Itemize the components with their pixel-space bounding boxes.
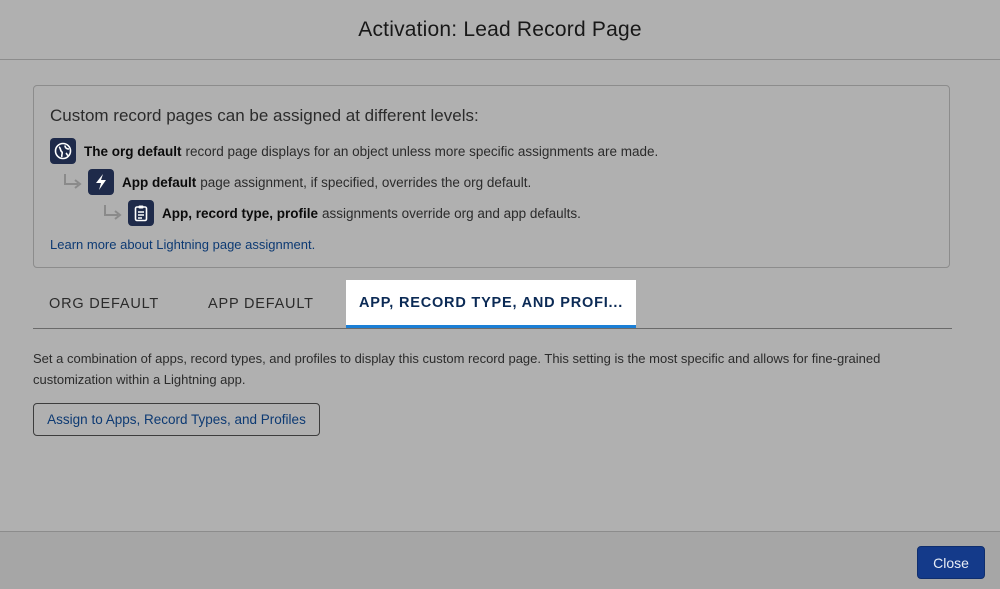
assignment-info-box: Custom record pages can be assigned at d… [33, 85, 950, 268]
level-text: page assignment, if specified, overrides… [200, 174, 532, 190]
level-app-record-type-profile: App, record type, profile assignments ov… [102, 200, 581, 226]
assignment-tabs: ORG DEFAULT APP DEFAULT APP, RECORD TYPE… [33, 280, 952, 329]
info-heading: Custom record pages can be assigned at d… [50, 106, 479, 125]
hierarchy-arrow-icon [64, 174, 82, 189]
level-app-default: App default page assignment, if specifie… [62, 169, 531, 195]
level-text: record page displays for an object unles… [185, 143, 659, 159]
tab-org-default[interactable]: ORG DEFAULT [49, 280, 159, 328]
learn-more-link[interactable]: Learn more about Lightning page assignme… [50, 237, 315, 252]
tab-app-record-type-profile[interactable]: APP, RECORD TYPE, AND PROFI... [346, 280, 636, 328]
lightning-bolt-icon [88, 169, 114, 195]
clipboard-icon [128, 200, 154, 226]
assign-apps-record-types-profiles-button[interactable]: Assign to Apps, Record Types, and Profil… [33, 403, 320, 436]
level-bold-label: App default [122, 174, 197, 190]
modal-title: Activation: Lead Record Page [358, 17, 642, 41]
level-bold-label: The org default [84, 143, 182, 159]
globe-icon [50, 138, 76, 164]
modal-footer: Close [0, 531, 1000, 589]
tab-app-default[interactable]: APP DEFAULT [208, 280, 314, 328]
tab-description: Set a combination of apps, record types,… [33, 351, 881, 387]
modal-header: Activation: Lead Record Page [0, 0, 1000, 60]
close-button[interactable]: Close [917, 546, 985, 579]
level-org-default: The org default record page displays for… [50, 138, 658, 164]
hierarchy-arrow-icon [104, 205, 122, 220]
level-bold-label: App, record type, profile [162, 205, 319, 221]
level-text: assignments override org and app default… [322, 205, 581, 221]
